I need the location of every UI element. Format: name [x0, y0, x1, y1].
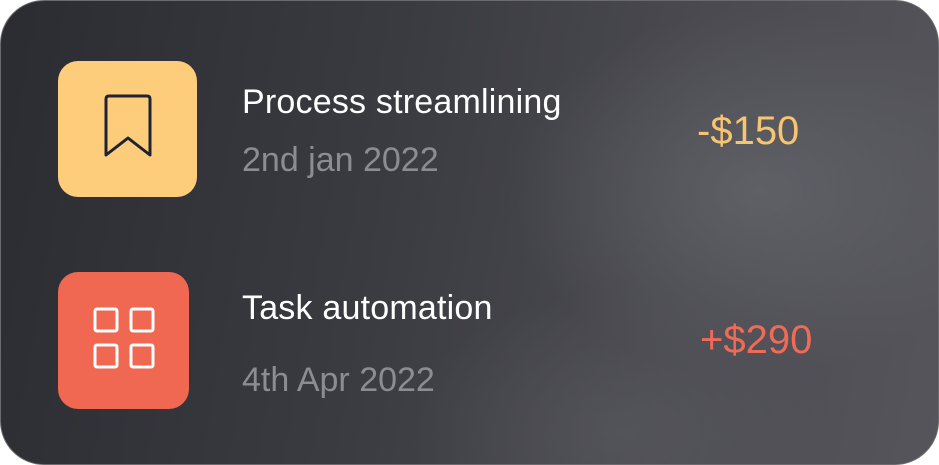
- grid-icon: [92, 306, 156, 375]
- transaction-date: 4th Apr 2022: [242, 361, 435, 399]
- transaction-title: Process streamlining: [242, 83, 562, 121]
- transaction-amount: -$150: [697, 109, 800, 153]
- transaction-icon-tile: [58, 61, 197, 197]
- transaction-date: 2nd jan 2022: [242, 141, 439, 179]
- transactions-card: Process streamlining 2nd jan 2022 -$150 …: [0, 0, 939, 465]
- transaction-icon-tile: [58, 272, 189, 409]
- bookmark-icon: [100, 93, 156, 166]
- transaction-row[interactable]: Task automation 4th Apr 2022 +$290: [1, 271, 938, 411]
- transaction-row[interactable]: Process streamlining 2nd jan 2022 -$150: [1, 59, 938, 199]
- transaction-amount: +$290: [700, 318, 813, 362]
- transaction-title: Task automation: [242, 289, 493, 327]
